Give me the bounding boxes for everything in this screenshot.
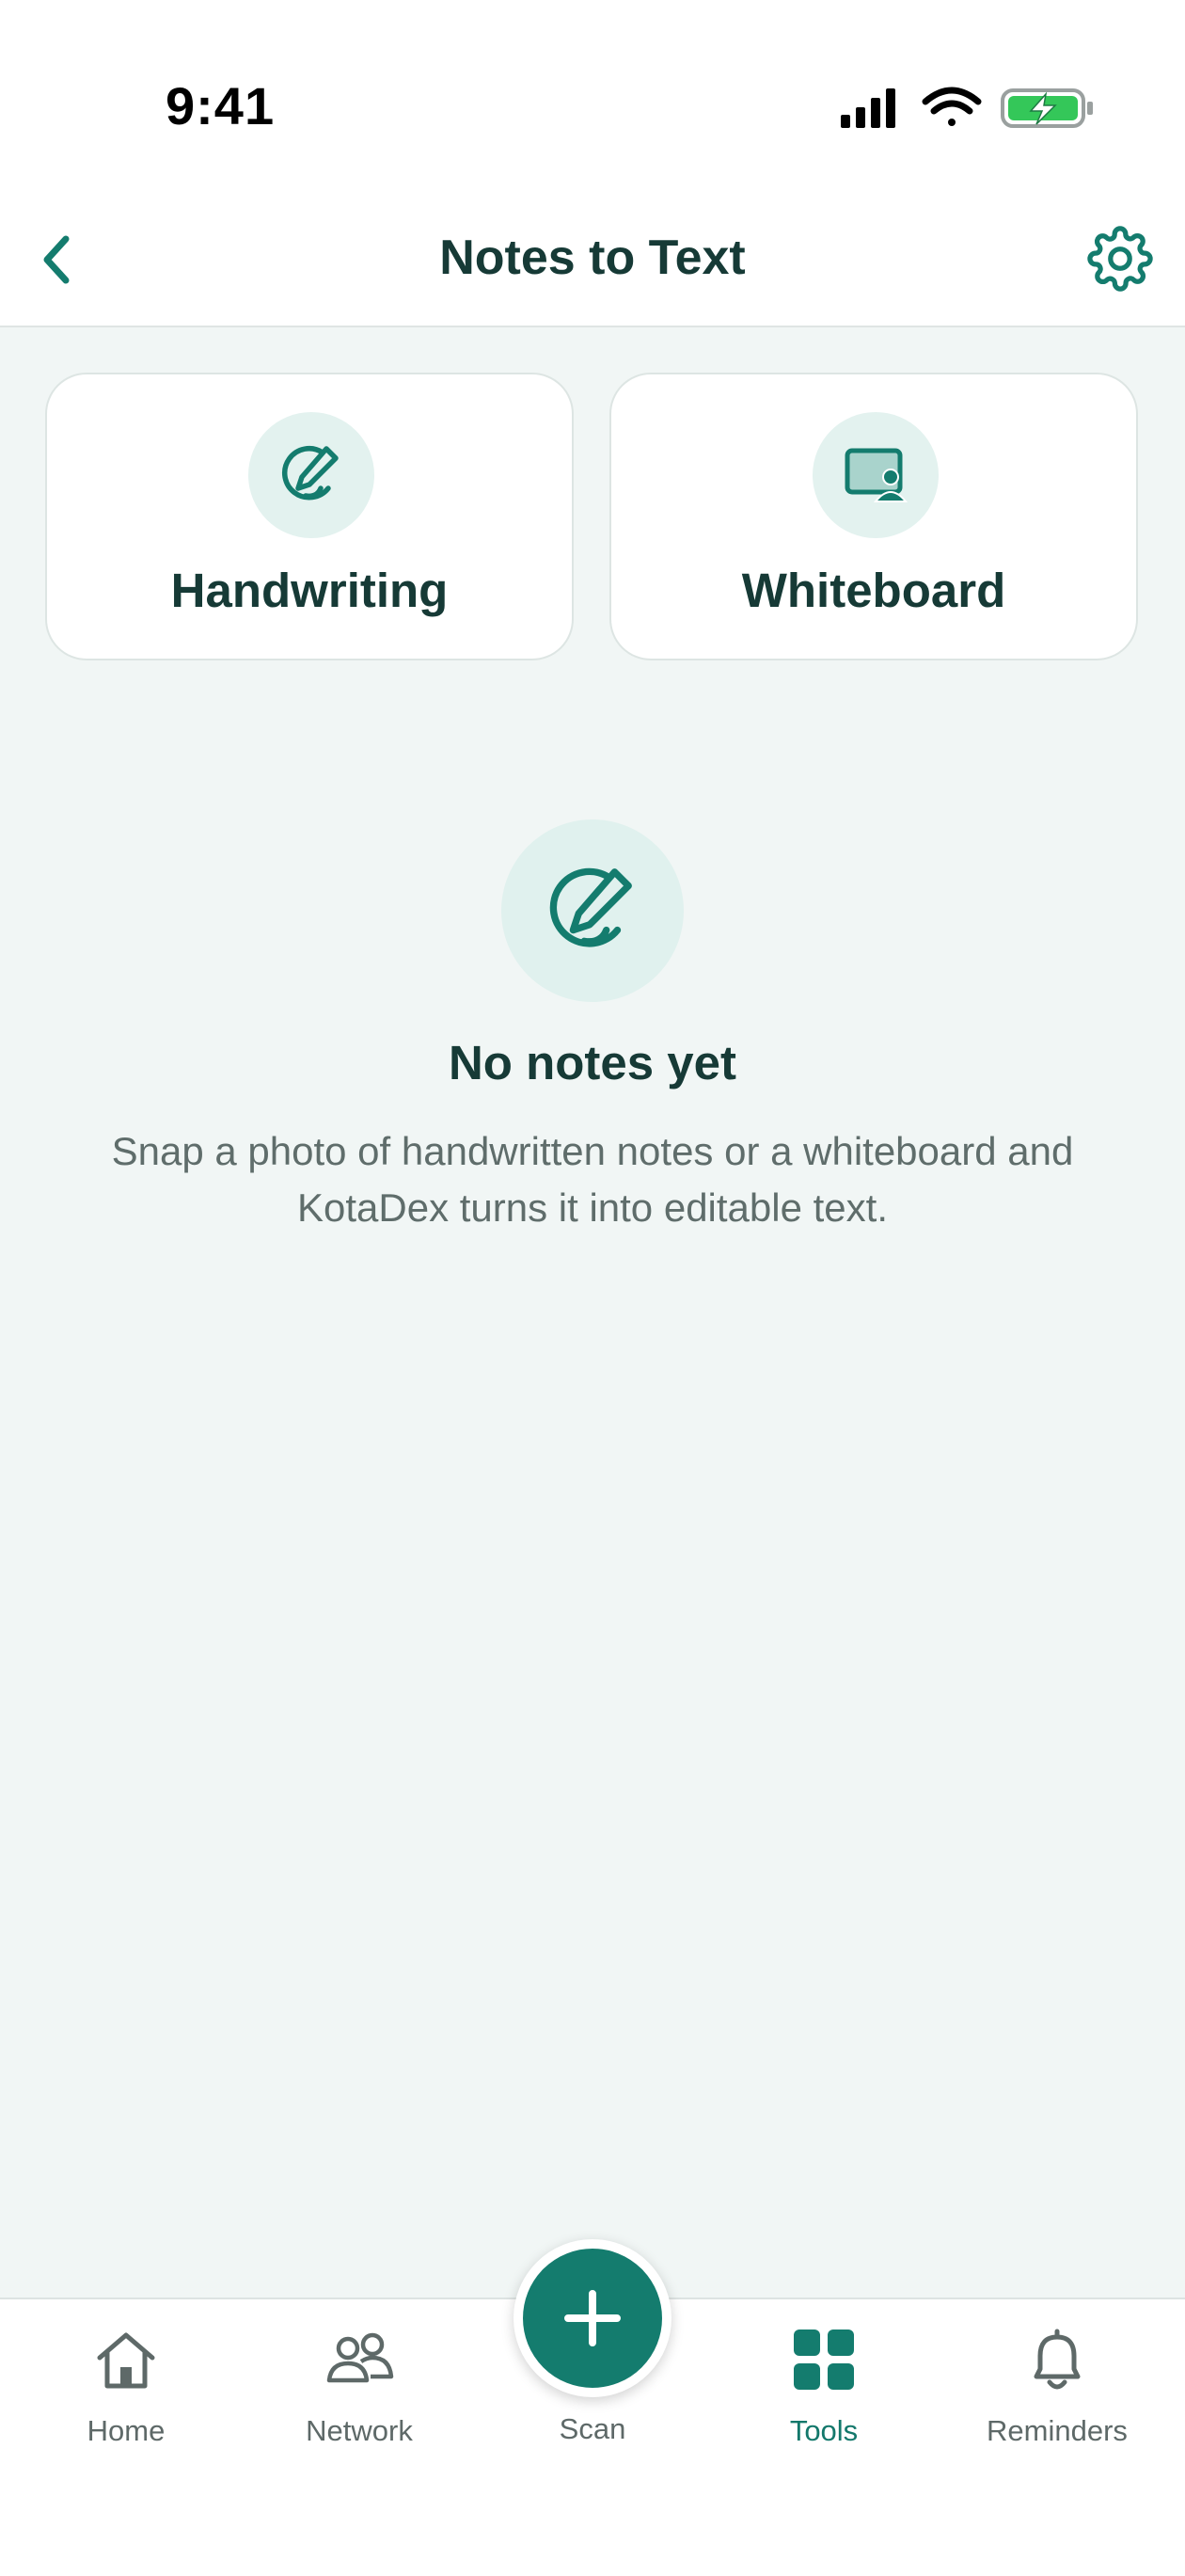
empty-state-description: Snap a photo of handwritten notes or a w… — [111, 1129, 1074, 1230]
tab-reminders-label: Reminders — [987, 2414, 1128, 2447]
nav-header: Notes to Text — [0, 188, 1185, 327]
home-icon — [97, 2332, 155, 2389]
pen-circle-icon — [549, 867, 632, 947]
plus-icon — [564, 2290, 621, 2346]
status-icons — [837, 85, 1100, 132]
handwriting-label: Handwriting — [170, 564, 449, 617]
status-bar: 9:41 — [0, 0, 1185, 188]
tab-network-label: Network — [306, 2414, 413, 2447]
handwriting-icon-badge — [248, 412, 374, 538]
whiteboard-icon-badge — [813, 412, 939, 538]
grid-icon — [794, 2330, 854, 2390]
whiteboard-label: Whiteboard — [741, 564, 1006, 617]
pen-circle-icon — [282, 446, 339, 501]
people-icon — [326, 2332, 394, 2383]
whiteboard-presenter-icon — [845, 448, 908, 502]
tab-scan-label: Scan — [559, 2412, 626, 2445]
tab-home-label: Home — [87, 2414, 166, 2447]
tab-tools[interactable]: Tools — [730, 2299, 918, 2488]
bell-icon — [1034, 2329, 1081, 2390]
handwriting-card[interactable]: Handwriting — [45, 373, 574, 660]
scan-button[interactable] — [514, 2239, 672, 2397]
tab-home[interactable]: Home — [32, 2299, 220, 2488]
gear-icon — [1087, 226, 1153, 292]
battery-charging-icon — [1001, 88, 1093, 128]
page-title: Notes to Text — [439, 231, 746, 285]
settings-button[interactable] — [1087, 226, 1153, 292]
cellular-signal-icon — [841, 88, 895, 128]
whiteboard-card[interactable]: Whiteboard — [609, 373, 1138, 660]
wifi-icon — [922, 87, 982, 126]
status-time: 9:41 — [166, 76, 276, 135]
empty-state-icon-badge — [501, 819, 684, 1002]
tab-reminders[interactable]: Reminders — [963, 2299, 1151, 2488]
empty-state-title: No notes yet — [448, 1036, 737, 1089]
tab-network[interactable]: Network — [265, 2299, 453, 2488]
tab-tools-label: Tools — [789, 2414, 859, 2447]
